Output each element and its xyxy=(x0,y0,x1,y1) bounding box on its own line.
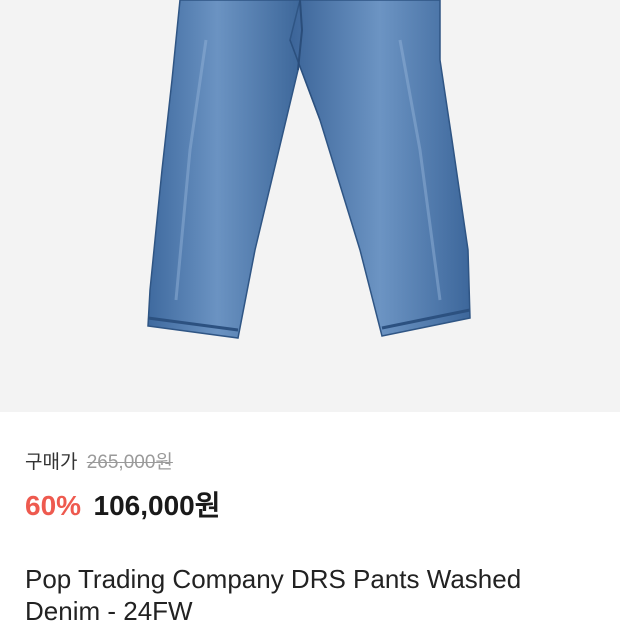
purchase-price-row: 구매가 265,000원 xyxy=(25,451,595,475)
denim-pants-image xyxy=(147,0,471,339)
product-info: 구매가 265,000원 60% 106,000원 Pop Trading Co… xyxy=(0,451,620,627)
product-image[interactable] xyxy=(0,0,620,412)
sale-price: 106,000원 xyxy=(93,490,221,521)
discount-rate: 60% xyxy=(25,490,82,521)
original-price: 265,000원 xyxy=(86,452,173,473)
sale-price-row: 60% 106,000원 xyxy=(25,489,595,523)
purchase-label: 구매가 xyxy=(25,452,78,473)
product-title: Pop Trading Company DRS Pants Washed Den… xyxy=(25,564,522,626)
